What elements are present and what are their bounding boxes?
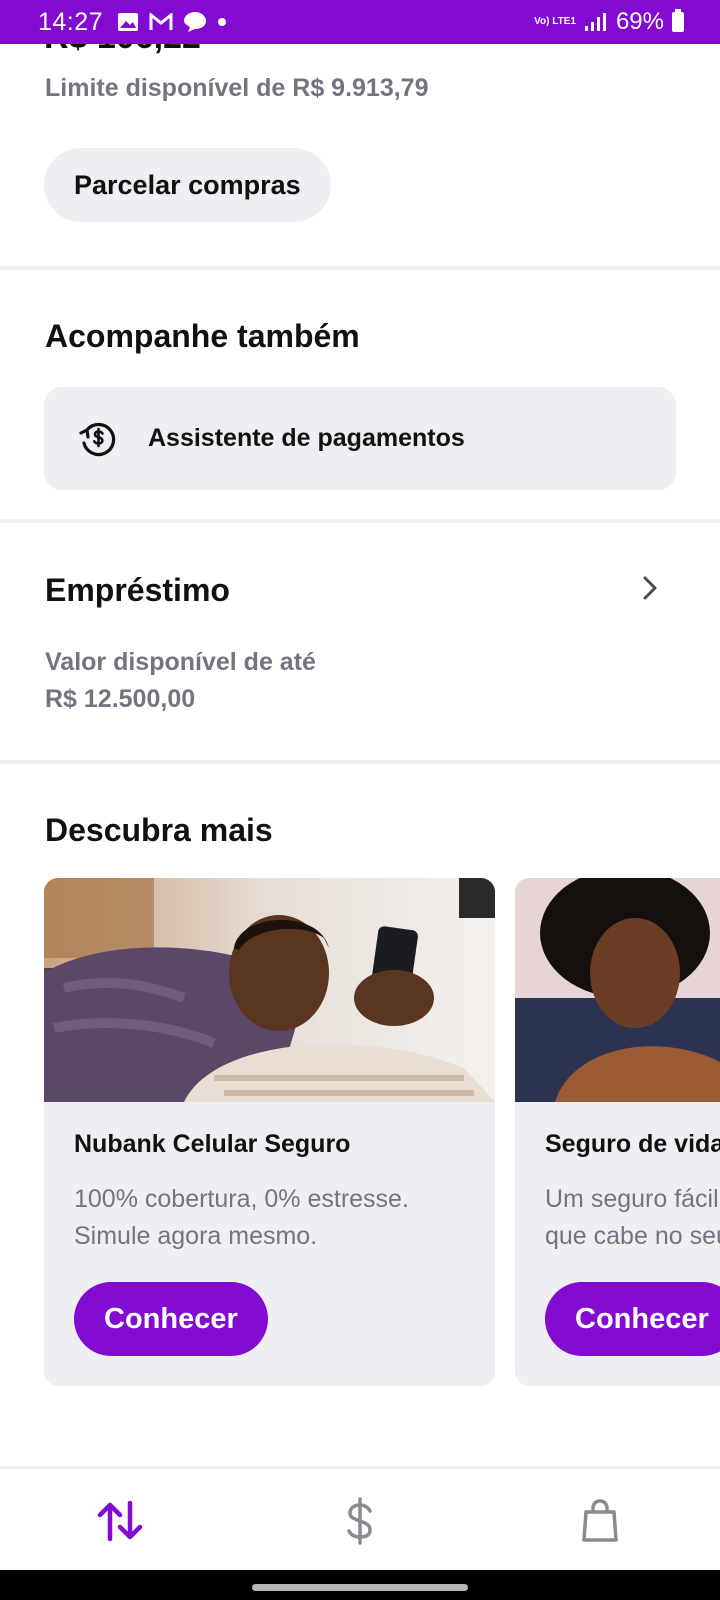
offer-description-line: que cabe no seu bolso: [545, 1222, 720, 1250]
signal-icon: [584, 13, 606, 31]
credit-card-bill-value: R$ 106,22: [44, 44, 201, 57]
know-more-button[interactable]: Conhecer: [545, 1282, 720, 1356]
status-time: 14:27: [38, 7, 104, 36]
discover-section-title: Descubra mais: [45, 812, 273, 848]
battery-percent: 69%: [615, 8, 664, 35]
offer-photo-man-with-phone: [44, 878, 495, 1102]
know-more-button[interactable]: Conhecer: [74, 1282, 268, 1356]
dot-icon: [218, 18, 227, 26]
gmail-icon: [149, 13, 173, 30]
payment-cycle-icon: [79, 422, 116, 456]
offer-description: 100% cobertura, 0% estresse. Simule agor…: [74, 1181, 409, 1255]
nav-money[interactable]: [332, 1493, 388, 1549]
dollar-icon[interactable]: [342, 1497, 378, 1545]
payment-assistant-label: Assistente de pagamentos: [148, 424, 465, 452]
chat-icon: [184, 12, 207, 32]
chevron-right-icon[interactable]: [640, 574, 660, 602]
offer-description-line: 100% cobertura, 0% estresse.: [74, 1185, 409, 1213]
home-indicator[interactable]: [252, 1584, 468, 1591]
available-limit: Limite disponível de R$ 9.913,79: [45, 74, 429, 102]
battery-icon: [672, 9, 684, 32]
bottom-navigation: [0, 1466, 720, 1570]
status-bar: 14:27 Vo) LTE1 69%: [0, 0, 720, 44]
offer-description-line: Simule agora mesmo.: [74, 1222, 318, 1250]
main-content[interactable]: R$ 106,22 Limite disponível de R$ 9.913,…: [0, 44, 720, 1466]
offer-description: Um seguro fácil que cabe no seu bolso: [545, 1181, 720, 1255]
offer-photo-woman-smiling: [515, 878, 720, 1102]
loan-available-value: R$ 12.500,00: [45, 685, 196, 713]
offer-title: Nubank Celular Seguro: [74, 1130, 351, 1158]
loan-section-title[interactable]: Empréstimo: [45, 572, 230, 609]
loan-available-label: Valor disponível de até: [45, 648, 316, 676]
offer-title: Seguro de vida: [545, 1130, 720, 1158]
notification-icons: [117, 11, 227, 33]
status-right: Vo) LTE1 69%: [534, 8, 684, 36]
offer-card-life-insurance[interactable]: Seguro de vida Um seguro fácil que cabe …: [515, 878, 720, 1386]
loan-available: Valor disponível de até R$ 12.500,00: [45, 644, 316, 718]
section-divider: [0, 266, 720, 270]
network-type: Vo) LTE1: [534, 16, 576, 27]
section-divider: [0, 760, 720, 764]
installment-button[interactable]: Parcelar compras: [44, 148, 331, 222]
offer-card-phone-insurance[interactable]: Nubank Celular Seguro 100% cobertura, 0%…: [44, 878, 495, 1386]
offer-description-line: Um seguro fácil: [545, 1185, 719, 1213]
transfers-icon[interactable]: [96, 1499, 144, 1543]
nav-transfers[interactable]: [92, 1493, 148, 1549]
nav-shopping[interactable]: [572, 1493, 628, 1549]
payment-assistant-card[interactable]: Assistente de pagamentos: [44, 387, 676, 490]
section-divider: [0, 519, 720, 523]
discover-carousel[interactable]: Nubank Celular Seguro 100% cobertura, 0%…: [44, 878, 720, 1388]
gallery-icon: [118, 13, 139, 31]
follow-section-title: Acompanhe também: [45, 318, 360, 354]
shopping-bag-icon[interactable]: [580, 1498, 620, 1544]
